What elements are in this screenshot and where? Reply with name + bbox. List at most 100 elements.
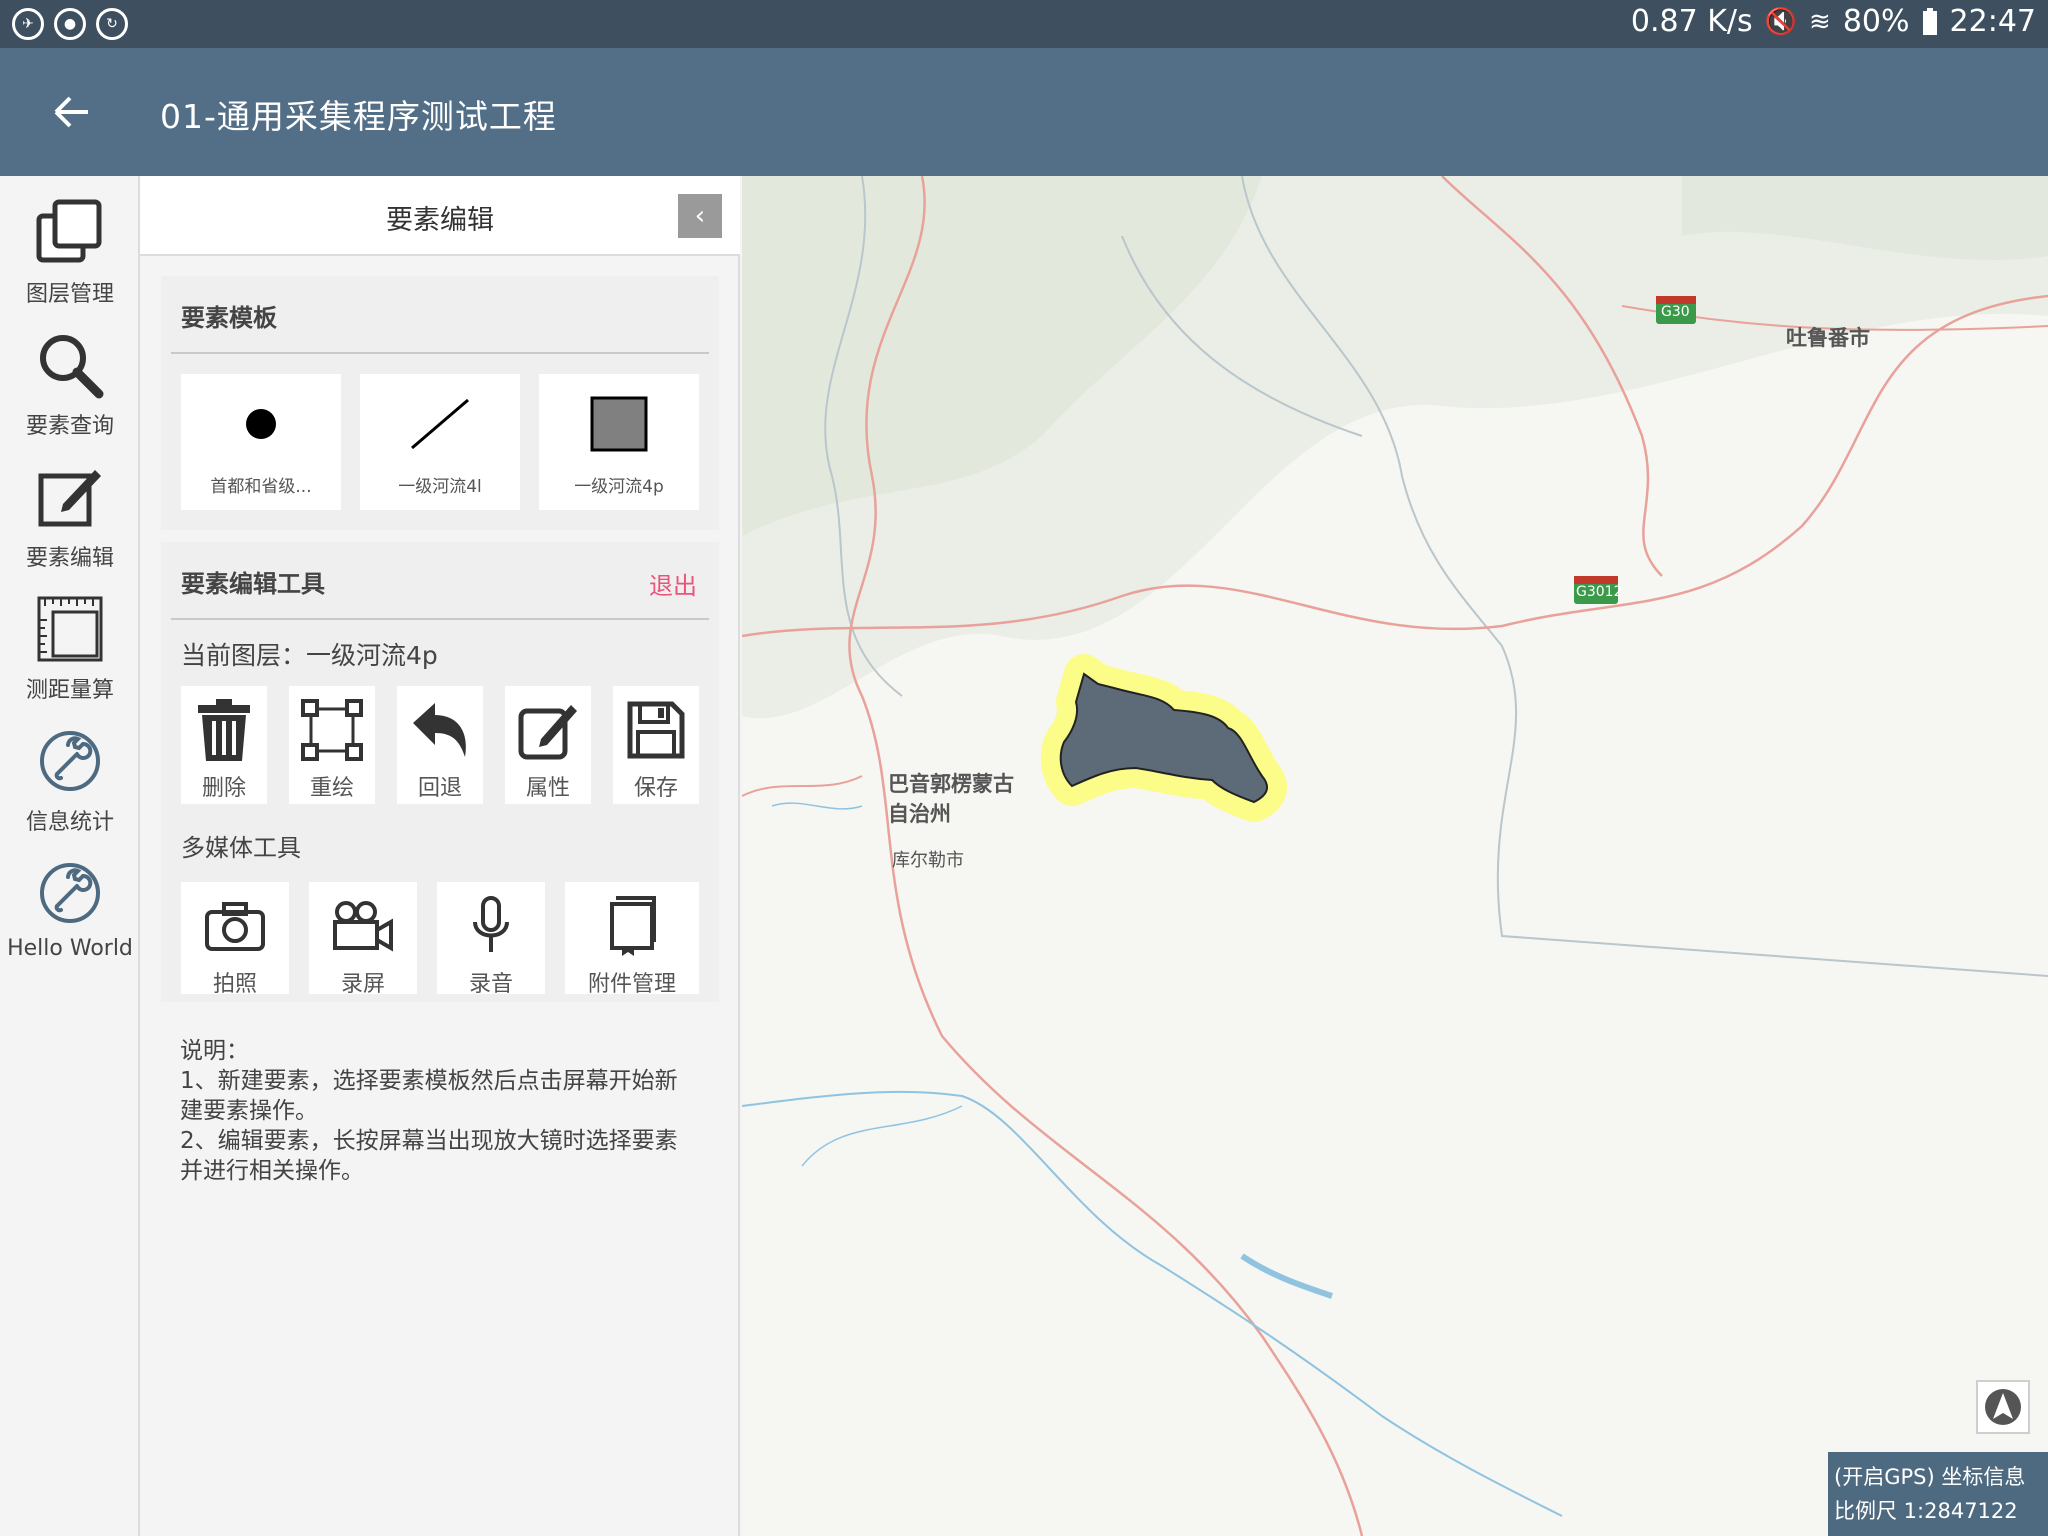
account-icon: ●: [54, 8, 86, 40]
edit-tools-card: 要素编辑工具 退出 当前图层：一级河流4p 删除 重绘 回退 属性 保存 多媒体…: [161, 542, 719, 1002]
redraw-button[interactable]: 重绘: [289, 686, 375, 804]
lake: [1240, 1253, 1333, 1299]
battery-icon: [1922, 7, 1937, 35]
template-label: 首都和省级...: [210, 477, 312, 497]
template-point[interactable]: 首都和省级...: [181, 374, 341, 510]
chevron-left-icon: ‹: [694, 201, 706, 231]
rail-item-measure[interactable]: 测距量算: [0, 580, 140, 708]
app-bar: 01-通用采集程序测试工程: [0, 48, 2048, 176]
attachment-button[interactable]: 附件管理: [565, 882, 699, 997]
tool-label: 保存: [633, 776, 678, 801]
wrench-icon: [40, 863, 100, 923]
mute-icon: 🔇: [1764, 6, 1798, 37]
place-label-bayingolin-2: 自治州: [888, 802, 951, 826]
clock: 22:47: [1949, 4, 2036, 39]
microphone-icon: [473, 896, 509, 952]
trash-icon: [198, 699, 250, 761]
tool-label: 附件管理: [587, 972, 676, 997]
panel-title: 要素编辑: [386, 205, 494, 236]
map-view[interactable]: G30 G3012 吐鲁番市 巴音郭楞蒙古 自治州 库尔勒市 (开启GPS) 坐…: [742, 176, 2048, 1536]
rail-item-info-stats[interactable]: 信息统计: [0, 712, 140, 840]
template-label: 一级河流4p: [574, 477, 664, 497]
status-bar: ✈ ● ↻ 0.87 K/s 🔇 ≋ 80% 22:47: [0, 0, 2048, 48]
back-button[interactable]: [40, 84, 104, 140]
line-symbol-icon: [360, 388, 520, 460]
exit-edit-link[interactable]: 退出: [649, 566, 697, 601]
template-polygon[interactable]: 一级河流4p: [539, 374, 699, 510]
current-layer-label: 当前图层：一级河流4p: [181, 641, 438, 670]
divider: [171, 618, 709, 620]
rail-item-label: 测距量算: [25, 678, 114, 703]
selected-feature-polygon[interactable]: [1040, 654, 1287, 822]
template-card: 要素模板 首都和省级... 一级河流4l 一级河流4p: [161, 276, 719, 530]
feature-edit-panel: 要素编辑 ‹ 要素模板 首都和省级... 一级河流4l 一级河流4p 要素编辑工…: [140, 176, 740, 1536]
place-label-korla: 库尔勒市: [892, 850, 964, 871]
record-screen-button[interactable]: 录屏: [309, 882, 417, 997]
attributes-button[interactable]: 属性: [505, 686, 591, 804]
delete-button[interactable]: 删除: [181, 686, 267, 804]
panel-header: 要素编辑 ‹: [140, 176, 740, 256]
rail-item-label: 图层管理: [25, 282, 114, 307]
instructions: 说明： 1、新建要素，选择要素模板然后点击屏幕开始新建要素操作。 2、编辑要素，…: [180, 1036, 700, 1186]
tool-label: 回退: [417, 776, 462, 801]
status-icons-left: ✈ ● ↻: [12, 8, 128, 40]
net-speed: 0.87 K/s: [1630, 4, 1753, 39]
rail-item-hello-world[interactable]: Hello World: [0, 844, 140, 972]
shield-label: G30: [1661, 304, 1690, 320]
rail-item-label: 要素查询: [25, 414, 114, 439]
wrench-icon: [40, 731, 100, 791]
tool-label: 录屏: [340, 972, 385, 997]
undo-button[interactable]: 回退: [397, 686, 483, 804]
compass-button[interactable]: [1976, 1380, 2030, 1434]
rail-item-label: Hello World: [7, 936, 133, 961]
tool-label: 录音: [468, 972, 513, 997]
wifi-icon: ≋: [1809, 6, 1831, 37]
tool-label: 删除: [201, 776, 246, 801]
tool-label: 属性: [525, 776, 570, 801]
multimedia-title: 多媒体工具: [181, 834, 301, 862]
navigation-arrow-icon: [1985, 1389, 2021, 1425]
battery-level: 80%: [1842, 4, 1910, 39]
gps-info-label: (开启GPS) 坐标信息: [1834, 1465, 2026, 1489]
record-audio-button[interactable]: 录音: [437, 882, 545, 997]
rail-item-feature-query[interactable]: 要素查询: [0, 316, 140, 444]
shield-label: G3012: [1576, 584, 1623, 600]
rail-item-label: 要素编辑: [25, 546, 114, 571]
scale-label: 比例尺 1:2847122: [1834, 1499, 2018, 1523]
template-line[interactable]: 一级河流4l: [360, 374, 520, 510]
search-icon: [40, 335, 104, 399]
undo-icon: [413, 703, 466, 757]
save-button[interactable]: 保存: [613, 686, 699, 804]
attachment-icon: [610, 896, 656, 956]
template-card-title: 要素模板: [181, 304, 277, 332]
tool-label: 拍照: [212, 972, 257, 997]
template-label: 一级河流4l: [398, 477, 482, 497]
instructions-heading: 说明：: [180, 1038, 249, 1064]
sync-icon: ↻: [96, 8, 128, 40]
back-arrow-icon: [54, 96, 88, 128]
attributes-icon: [518, 705, 577, 760]
redraw-icon: [301, 699, 363, 761]
tool-label: 重绘: [309, 776, 354, 801]
camera-icon: [205, 902, 265, 951]
polygon-symbol-icon: [539, 388, 699, 460]
rail-item-feature-edit[interactable]: 要素编辑: [0, 448, 140, 576]
edit-icon: [38, 470, 101, 527]
status-icons-right: 0.87 K/s 🔇 ≋ 80% 22:47: [1631, 4, 2036, 39]
place-label-turpan: 吐鲁番市: [1786, 326, 1870, 350]
coordinate-info-box[interactable]: (开启GPS) 坐标信息 比例尺 1:2847122: [1828, 1452, 2048, 1536]
camera-button[interactable]: 拍照: [181, 882, 289, 997]
save-icon: [627, 701, 685, 759]
video-camera-icon: [333, 901, 393, 952]
point-symbol-icon: [181, 388, 341, 460]
place-label-bayingolin: 巴音郭楞蒙古: [888, 772, 1014, 796]
layers-icon: [36, 199, 102, 263]
instructions-line-2: 2、编辑要素，长按屏幕当出现放大镜时选择要素并进行相关操作。: [180, 1128, 678, 1184]
divider: [171, 352, 709, 354]
rail-item-label: 信息统计: [25, 810, 114, 835]
left-nav-rail: 图层管理 要素查询 要素编辑 测距量算 信息统计 Hello World: [0, 176, 140, 1536]
collapse-panel-button[interactable]: ‹: [678, 194, 722, 238]
instructions-line-1: 1、新建要素，选择要素模板然后点击屏幕开始新建要素操作。: [180, 1068, 678, 1124]
app-notification-icon: ✈: [12, 8, 44, 40]
rail-item-layer-management[interactable]: 图层管理: [0, 184, 140, 312]
